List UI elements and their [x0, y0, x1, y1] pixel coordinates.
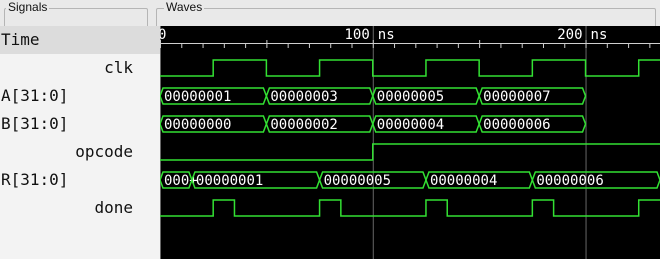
- r-bus-waveform-value: 00000006: [536, 173, 603, 189]
- ruler-unit-1: ns: [378, 27, 395, 43]
- waves-group-title: Waves: [164, 0, 205, 14]
- done-waveform: [160, 199, 660, 217]
- waveform-canvas[interactable]: 0 100 ns 200 ns 00000001 00000003 00000005 00000…: [160, 26, 660, 259]
- opcode-waveform: [160, 143, 660, 161]
- clk-waveform: [160, 59, 660, 77]
- b-bus-waveform-value: 00000000: [164, 117, 231, 133]
- a-bus-waveform-value: 00000001: [164, 89, 231, 105]
- signals-group-title: Signals: [6, 0, 50, 14]
- r-bus-waveform-value: 00000005: [324, 173, 391, 189]
- waves-pane[interactable]: 0 100 ns 200 ns 00000001 00000003 00000005 00000…: [160, 26, 660, 259]
- r-bus-waveform-value: 00000001: [196, 173, 263, 189]
- signal-name-r[interactable]: R[31:0]: [0, 166, 160, 194]
- signal-name-done[interactable]: done: [0, 194, 160, 222]
- ruler-label-1: 100: [344, 27, 369, 43]
- signal-name-clk[interactable]: clk: [0, 54, 160, 82]
- b-bus-waveform-value: 00000004: [377, 117, 444, 133]
- b-bus-waveform-value: 00000002: [270, 117, 337, 133]
- signal-name-opcode[interactable]: opcode: [0, 138, 160, 166]
- ruler-label-0: 0: [160, 27, 166, 43]
- time-header-label[interactable]: Time: [0, 26, 160, 54]
- r-bus-waveform-value: 00000004: [430, 173, 497, 189]
- a-bus-waveform-value: 00000007: [483, 89, 550, 105]
- ruler-unit-2: ns: [591, 27, 608, 43]
- a-bus-waveform-value: 00000005: [377, 89, 444, 105]
- signal-name-b[interactable]: B[31:0]: [0, 110, 160, 138]
- a-bus-waveform-value: 00000003: [270, 89, 337, 105]
- signal-name-a[interactable]: A[31:0]: [0, 82, 160, 110]
- b-bus-waveform-value: 00000006: [483, 117, 550, 133]
- signal-name-list: Time clk A[31:0] B[31:0] opcode R[31:0] …: [0, 26, 160, 259]
- ruler-label-2: 200: [557, 27, 582, 43]
